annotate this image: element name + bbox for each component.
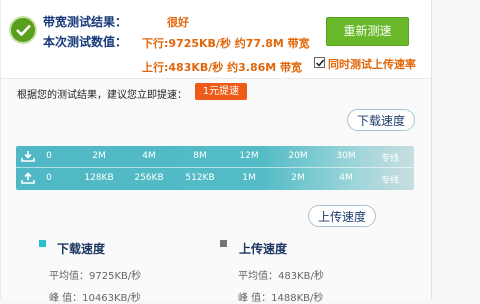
upload-scale-row: 0 128KB 256KB 512KB 1M 2M 4M 专线 <box>16 168 414 190</box>
download-peak: 峰 值：10463KB/秒 <box>49 293 141 304</box>
upload-icon <box>21 172 35 184</box>
result-header: 带宽测试结果： 很好 本次测试数值： 下行:9725KB/秒 约77.8M 带宽… <box>1 0 431 79</box>
bandwidth-result-value: 很好 <box>167 16 189 29</box>
advice-text: 根据您的测试结果，建议您立即提速： <box>17 90 187 101</box>
download-icon <box>21 151 35 162</box>
upload-tick: 1M <box>242 173 256 183</box>
download-result: 下行:9725KB/秒 约77.8M 带宽 <box>142 37 310 50</box>
test-values-label: 本次测试数值： <box>43 35 128 49</box>
download-tick: 8M <box>193 151 207 161</box>
upload-result: 上行:483KB/秒 约3.86M 带宽 <box>142 61 303 74</box>
download-legend-swatch <box>39 240 46 247</box>
upload-tick: 2M <box>291 173 305 183</box>
upload-tick: 512KB <box>185 173 215 183</box>
download-average: 平均值：9725KB/秒 <box>49 271 142 282</box>
check-circle-icon <box>9 16 37 44</box>
upload-average: 平均值：483KB/秒 <box>238 271 324 282</box>
upload-tick: 专线 <box>380 176 400 186</box>
upload-tick: 256KB <box>134 173 164 183</box>
download-speed-bubble: 下载速度 <box>347 109 415 131</box>
download-tick: 4M <box>142 151 156 161</box>
download-legend-title: 下载速度 <box>57 242 106 256</box>
download-scale-row: 0 2M 4M 8M 12M 20M 30M 专线 <box>16 146 414 168</box>
upload-legend-title: 上传速度 <box>239 242 288 256</box>
upload-test-checkbox[interactable] <box>314 57 325 68</box>
download-tick: 0 <box>46 151 52 161</box>
download-tick: 2M <box>92 151 106 161</box>
download-tick: 12M <box>239 151 259 161</box>
upload-tick: 4M <box>339 173 353 183</box>
upload-tick: 128KB <box>84 173 114 183</box>
upload-tick: 0 <box>46 173 52 183</box>
download-tick: 20M <box>288 151 308 161</box>
retest-button[interactable]: 重新测速 <box>326 17 409 46</box>
download-tick: 专线 <box>380 154 400 164</box>
download-tick: 30M <box>336 151 356 161</box>
upload-peak: 峰 值：1488KB/秒 <box>238 293 324 304</box>
bandwidth-result-label: 带宽测试结果： <box>43 15 128 29</box>
upload-speed-bubble: 上传速度 <box>308 205 376 227</box>
boost-button[interactable]: 1元提速 <box>195 83 247 100</box>
upload-legend-swatch <box>220 240 227 247</box>
speed-scale-bar: 0 2M 4M 8M 12M 20M 30M 专线 0 128KB 256KB … <box>16 146 414 190</box>
upload-test-checkbox-label[interactable]: 同时测试上传速率 <box>328 56 416 72</box>
speed-test-panel: 带宽测试结果： 很好 本次测试数值： 下行:9725KB/秒 约77.8M 带宽… <box>0 0 432 304</box>
